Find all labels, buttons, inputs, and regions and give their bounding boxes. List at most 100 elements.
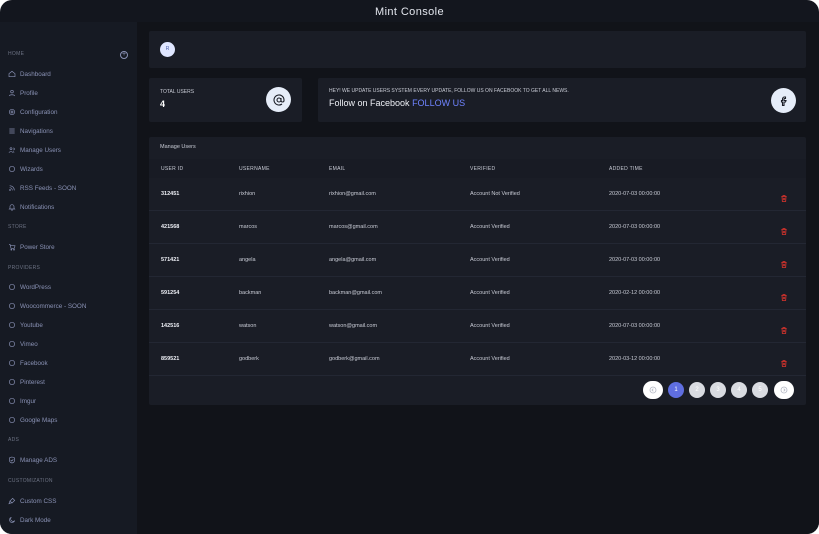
table-row: 859521 godberk godberk@gmail.com Account Ve…	[149, 343, 806, 376]
page-2-button[interactable]: 2	[689, 382, 705, 398]
username-cell: backman	[239, 290, 262, 296]
sidebar-section-heading: STORE	[8, 224, 27, 230]
user-id-cell: 571421	[161, 257, 180, 263]
sidebar-item-label: Notifications	[20, 203, 55, 211]
sidebar-item-label: Facebook	[20, 359, 48, 367]
trash-icon[interactable]	[780, 355, 788, 367]
col-user-id: USER ID	[161, 166, 184, 172]
trash-icon[interactable]	[780, 322, 788, 334]
username-cell: marcos	[239, 224, 258, 230]
page-3-button[interactable]: 3	[710, 382, 726, 398]
sidebar-item-label: Pinterest	[20, 378, 45, 386]
sidebar-item-configuration[interactable]: Configuration	[8, 106, 57, 118]
sidebar-item-facebook[interactable]: Facebook	[8, 357, 48, 369]
sidebar-item-manage-ads[interactable]: Manage ADS	[8, 454, 57, 466]
sidebar-section-heading: HOME	[8, 51, 25, 57]
verified-cell: Account Verified	[470, 224, 510, 230]
sidebar-item-label: WordPress	[20, 283, 52, 291]
table-row: 421568 marcos marcos@gmail.com Account Veri…	[149, 211, 806, 244]
sidebar-item-notifications[interactable]: Notifications	[8, 201, 54, 213]
sidebar-item-wordpress[interactable]: WordPress	[8, 281, 51, 293]
app-window: Mint Console + HOME Dashboard Profile Confi…	[0, 0, 819, 534]
pagination: 1 2 3 4 5	[149, 381, 806, 400]
header-card: R	[149, 31, 806, 68]
sidebar-item-label: Manage Users	[20, 146, 61, 154]
added-time-cell: 2020-07-03 00:00:00	[609, 323, 661, 329]
home-icon	[8, 70, 16, 78]
table-header: USER ID USERNAME EMAIL VERIFIED ADDED TI…	[149, 159, 806, 178]
sidebar-item-label: Youtube	[20, 321, 43, 329]
sidebar-item-label: Wizards	[20, 165, 43, 173]
total-users-card: TOTAL USERS 4	[149, 78, 302, 122]
sidebar-item-label: Dark Mode	[20, 516, 51, 524]
circle-icon	[8, 340, 16, 348]
sidebar-section-heading: PROVIDERS	[8, 265, 41, 271]
col-added-time: ADDED TIME	[609, 166, 643, 172]
sidebar-item-dashboard[interactable]: Dashboard	[8, 68, 51, 80]
table-row: 142516 watson watson@gmail.com Account Veri…	[149, 310, 806, 343]
sidebar-item-woocommerce-soon[interactable]: Woocommerce - SOON	[8, 300, 86, 312]
added-time-cell: 2020-02-12 00:00:00	[609, 290, 661, 296]
sidebar-item-label: RSS Feeds - SOON	[20, 184, 77, 192]
username-cell: rixhion	[239, 191, 256, 197]
username-cell: watson	[239, 323, 257, 329]
sidebar-section-heading: CUSTOMIZATION	[8, 478, 53, 484]
page-5-button[interactable]: 5	[752, 382, 768, 398]
follow-line: Follow on Facebook FOLLOW US	[329, 98, 465, 108]
trash-icon[interactable]	[780, 223, 788, 235]
email-cell: backman@gmail.com	[329, 290, 382, 296]
added-time-cell: 2020-07-03 00:00:00	[609, 191, 661, 197]
sidebar-item-power-store[interactable]: Power Store	[8, 241, 55, 253]
table-row: 312451 rixhion rixhion@gmail.com Account No…	[149, 178, 806, 211]
sidebar-item-vimeo[interactable]: Vimeo	[8, 338, 38, 350]
username-cell: angela	[239, 257, 256, 263]
email-cell: watson@gmail.com	[329, 323, 378, 329]
sidebar-item-imgur[interactable]: Imgur	[8, 395, 36, 407]
total-users-value: 4	[160, 99, 166, 109]
bell-icon	[8, 203, 16, 211]
news-text: HEY! WE UPDATE USERS SYSTEM EVERY UPDATE…	[329, 88, 569, 94]
user-id-cell: 859521	[161, 356, 180, 362]
sidebar-item-wizards[interactable]: Wizards	[8, 163, 43, 175]
circle-icon	[8, 321, 16, 329]
trash-icon[interactable]	[780, 289, 788, 301]
sidebar-item-pinterest[interactable]: Pinterest	[8, 376, 45, 388]
added-time-cell: 2020-07-03 00:00:00	[609, 257, 661, 263]
table-row: 571421 angela angela@gmail.com Account Veri…	[149, 244, 806, 277]
sidebar-item-label: Profile	[20, 89, 38, 97]
user-id-cell: 591254	[161, 290, 180, 296]
moon-icon	[8, 516, 16, 524]
trash-icon[interactable]	[780, 190, 788, 202]
avatar[interactable]: R	[160, 42, 175, 57]
sidebar-item-profile[interactable]: Profile	[8, 87, 38, 99]
trash-icon[interactable]	[780, 256, 788, 268]
users-table-card: Manage Users USER ID USERNAME EMAIL VERI…	[149, 137, 806, 405]
added-time-cell: 2020-07-03 00:00:00	[609, 224, 661, 230]
sidebar-item-custom-css[interactable]: Custom CSS	[8, 495, 56, 507]
page-4-button[interactable]: 4	[731, 382, 747, 398]
sidebar-item-dark-mode[interactable]: Dark Mode	[8, 514, 51, 526]
sidebar-item-label: Configuration	[20, 108, 58, 116]
sidebar-item-label: Dashboard	[20, 70, 51, 78]
sidebar-item-youtube[interactable]: Youtube	[8, 319, 43, 331]
facebook-icon[interactable]	[771, 88, 796, 113]
next-page-button[interactable]	[774, 381, 794, 399]
shield-icon	[8, 456, 16, 464]
sidebar-item-manage-users[interactable]: Manage Users	[8, 144, 61, 156]
users-icon	[8, 146, 16, 154]
add-icon[interactable]: +	[120, 51, 128, 59]
sidebar-item-navigations[interactable]: Navigations	[8, 125, 53, 137]
verified-cell: Account Verified	[470, 257, 510, 263]
page-1-button[interactable]: 1	[668, 382, 684, 398]
follow-us-link[interactable]: FOLLOW US	[412, 98, 465, 108]
sidebar-item-rss-feeds-soon[interactable]: RSS Feeds - SOON	[8, 182, 76, 194]
circle-icon	[8, 165, 16, 173]
sidebar-item-label: Imgur	[20, 397, 37, 405]
username-cell: godberk	[239, 356, 259, 362]
sidebar-item-google-maps[interactable]: Google Maps	[8, 414, 57, 426]
sidebar-item-label: Woocommerce - SOON	[20, 302, 87, 310]
user-id-cell: 142516	[161, 323, 180, 329]
brush-icon	[8, 497, 16, 505]
prev-page-button[interactable]	[643, 381, 663, 399]
sidebar-item-label: Power Store	[20, 243, 55, 251]
